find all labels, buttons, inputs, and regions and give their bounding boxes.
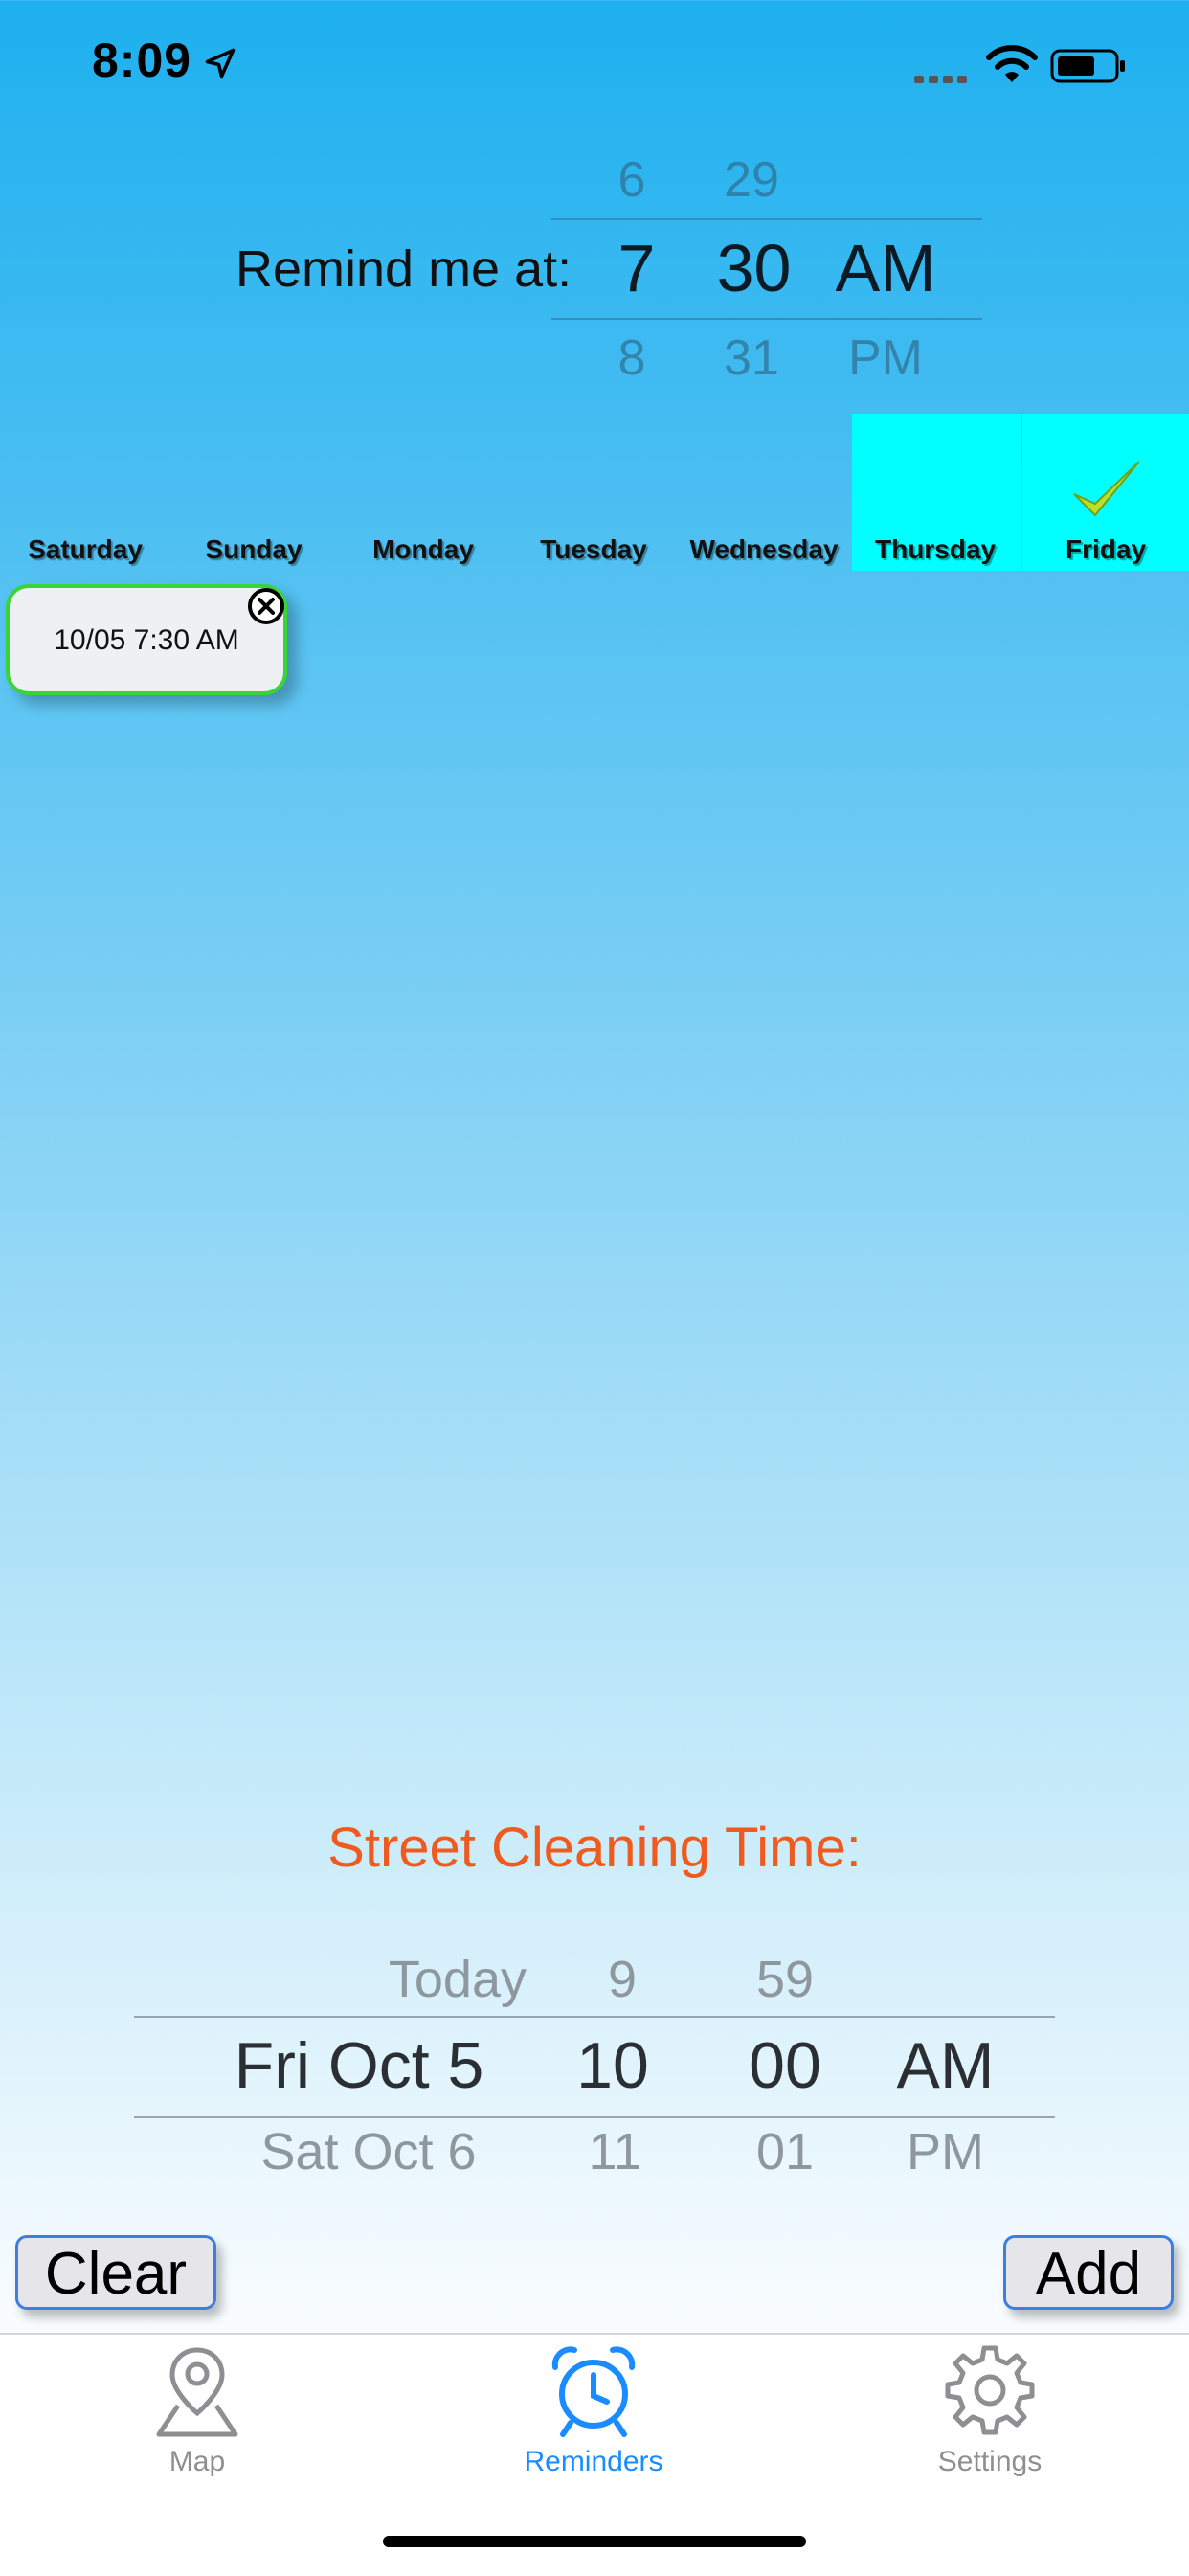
- picker-minute-above[interactable]: 29: [699, 151, 804, 209]
- checkmark-icon: [1073, 461, 1140, 517]
- picker-date[interactable]: Fri Oct 5: [191, 2028, 527, 2103]
- day-monday[interactable]: Monday: [338, 534, 508, 565]
- picker-hour-below[interactable]: 11: [555, 2122, 675, 2181]
- tab-label-map: Map: [168, 2446, 226, 2477]
- day-wednesday[interactable]: Wednesday: [679, 534, 849, 565]
- day-thursday[interactable]: Thursday: [850, 534, 1021, 565]
- picker-hour-above[interactable]: 9: [565, 1950, 680, 2009]
- close-icon[interactable]: [245, 585, 287, 627]
- picker-minute-below[interactable]: 31: [699, 329, 804, 387]
- battery-icon: [1050, 49, 1125, 83]
- picker-minute-above[interactable]: 59: [728, 1950, 842, 2009]
- tab-settings[interactable]: Settings: [894, 2342, 1086, 2478]
- picker-hour[interactable]: 7: [589, 230, 684, 306]
- picker-minute[interactable]: 00: [728, 2028, 842, 2103]
- location-arrow-icon: [205, 48, 236, 79]
- alarm-clock-icon: [551, 2346, 636, 2437]
- tab-map[interactable]: Map: [101, 2342, 293, 2478]
- picker-ampm[interactable]: AM: [881, 2028, 1010, 2103]
- status-time: 8:09: [92, 34, 192, 87]
- picker-selection-top: [134, 2016, 1055, 2018]
- cellular-signal-icon: [914, 71, 972, 83]
- picker-hour[interactable]: 10: [555, 2028, 670, 2103]
- day-sunday[interactable]: Sunday: [168, 534, 339, 565]
- picker-selection-bottom: [134, 2116, 1055, 2118]
- picker-date-above[interactable]: Today: [249, 1950, 527, 2009]
- remind-me-label: Remind me at:: [236, 240, 572, 298]
- day-saturday[interactable]: Saturday: [0, 534, 170, 565]
- gear-icon: [945, 2345, 1035, 2435]
- picker-minute-below[interactable]: 01: [728, 2122, 842, 2181]
- picker-date-below[interactable]: Sat Oct 6: [230, 2122, 507, 2181]
- picker-minute[interactable]: 30: [699, 230, 809, 306]
- picker-ampm-below[interactable]: PM: [881, 2122, 1010, 2181]
- street-cleaning-title: Street Cleaning Time:: [327, 1817, 862, 1879]
- wifi-icon: [986, 45, 1038, 82]
- picker-hour-below[interactable]: 8: [584, 329, 680, 387]
- tab-label-settings: Settings: [937, 2446, 1043, 2477]
- picker-ampm-below[interactable]: PM: [823, 329, 948, 387]
- tab-label-reminders: Reminders: [524, 2446, 663, 2477]
- picker-selection-bottom: [551, 318, 982, 320]
- clear-button[interactable]: Clear: [15, 2235, 216, 2310]
- add-button[interactable]: Add: [1003, 2235, 1174, 2310]
- picker-selection-top: [551, 218, 982, 220]
- picker-ampm[interactable]: AM: [823, 230, 948, 306]
- day-tuesday[interactable]: Tuesday: [508, 534, 679, 565]
- day-friday[interactable]: Friday: [1021, 534, 1189, 565]
- picker-hour-above[interactable]: 6: [584, 151, 680, 209]
- tab-reminders[interactable]: Reminders: [498, 2342, 689, 2478]
- reminder-chip-text: 10/05 7:30 AM: [54, 624, 239, 656]
- home-indicator[interactable]: [383, 2536, 806, 2547]
- map-pin-icon: [156, 2347, 238, 2437]
